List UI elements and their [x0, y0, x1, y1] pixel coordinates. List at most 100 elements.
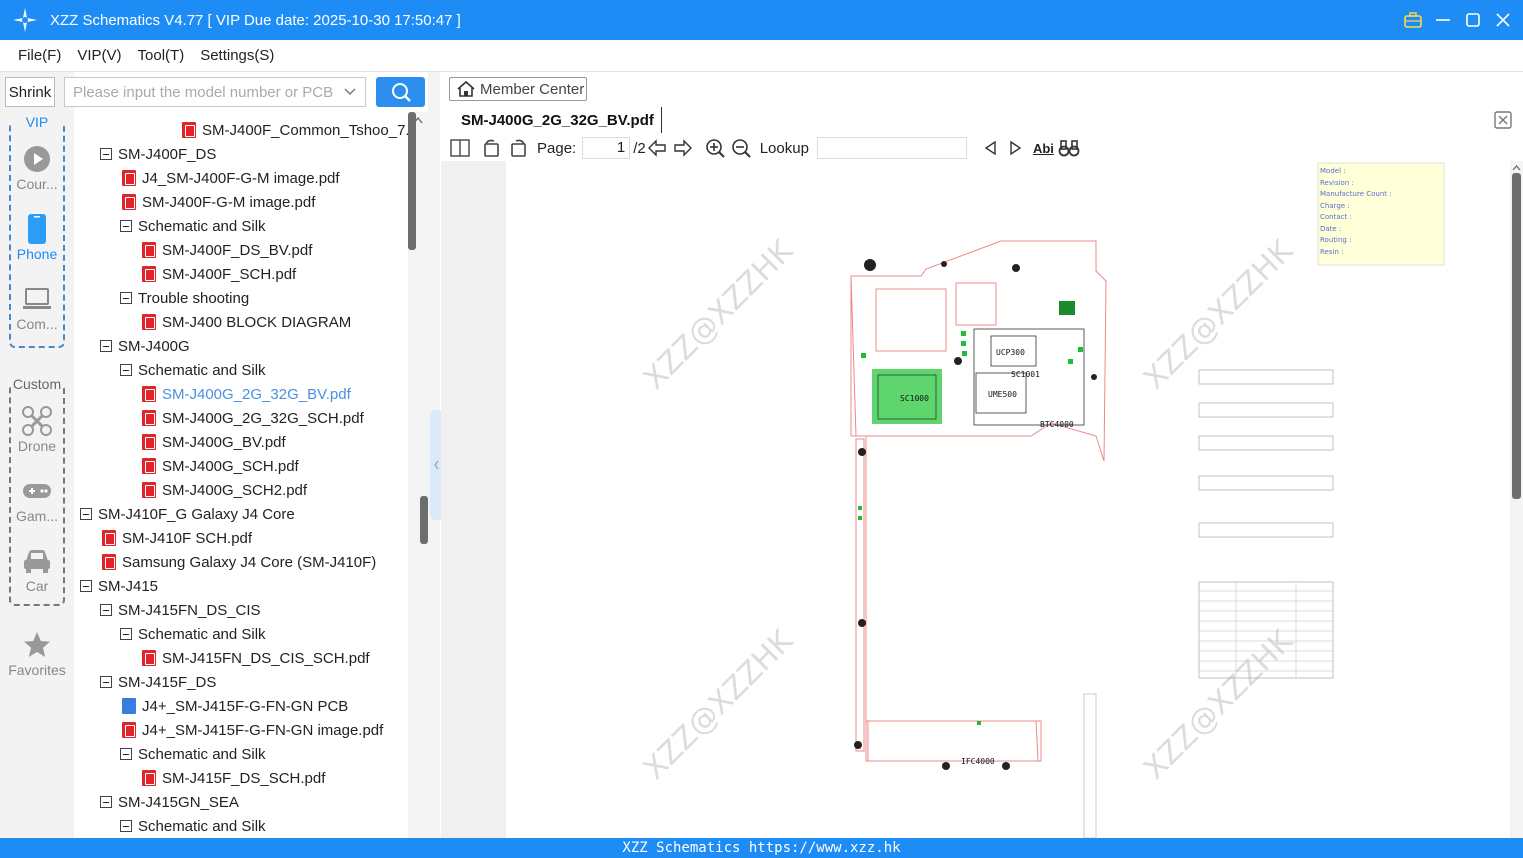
tree-folder[interactable]: SM-J400F_DS	[100, 142, 216, 166]
pdf-scroll-thumb[interactable]	[1512, 173, 1521, 499]
menu-settings[interactable]: Settings(S)	[192, 47, 282, 64]
tree-scroll-thumb[interactable]	[420, 496, 428, 544]
pdf-file-icon	[142, 650, 156, 666]
sidebar-toggle-icon[interactable]	[449, 137, 471, 159]
collapse-toggle-icon[interactable]	[100, 604, 112, 616]
nav-courses-label: Cour...	[16, 176, 58, 192]
tree-file[interactable]: SM-J400F-G-M image.pdf	[122, 190, 315, 214]
close-icon[interactable]	[1493, 10, 1513, 30]
member-center-button[interactable]: Member Center	[449, 77, 587, 101]
nav-drone[interactable]: Drone	[11, 404, 63, 454]
tree-file[interactable]: Samsung Galaxy J4 Core (SM-J410F)	[102, 550, 376, 574]
pdf-scroll-up-icon[interactable]	[1510, 163, 1523, 173]
tree-file[interactable]: SM-J415F_DS_SCH.pdf	[142, 766, 325, 790]
info-revision: Revision :	[1320, 179, 1354, 187]
tree-file[interactable]: SM-J400F_SCH.pdf	[142, 262, 296, 286]
page-number-input[interactable]: 1	[582, 137, 631, 159]
tree-file[interactable]: SM-J400 BLOCK DIAGRAM	[142, 310, 351, 334]
tree-file[interactable]: SM-J400G_SCH2.pdf	[142, 478, 307, 502]
tree-file[interactable]: J4+_SM-J415F-G-FN-GN image.pdf	[122, 718, 383, 742]
shrink-button[interactable]: Shrink	[5, 77, 55, 107]
zoom-in-icon[interactable]	[704, 137, 726, 159]
tree-folder[interactable]: Schematic and Silk	[120, 814, 266, 838]
collapse-toggle-icon[interactable]	[120, 820, 132, 832]
collapse-toggle-icon[interactable]	[100, 340, 112, 352]
rotate-right-icon[interactable]	[507, 137, 529, 159]
tree-file[interactable]: J4_SM-J400F-G-M image.pdf	[122, 166, 340, 190]
collapse-toggle-icon[interactable]	[120, 220, 132, 232]
nav-phone[interactable]: Phone	[11, 212, 63, 262]
tree-folder[interactable]: SM-J415FN_DS_CIS	[100, 598, 261, 622]
watermark-3: XZZ@XZZHK	[637, 623, 801, 787]
collapse-toggle-icon[interactable]	[120, 748, 132, 760]
menu-file[interactable]: File(F)	[10, 47, 69, 64]
nav-car[interactable]: Car	[11, 544, 63, 594]
search-button[interactable]	[376, 77, 425, 107]
match-case-button[interactable]: Abi	[1033, 141, 1054, 156]
collapse-toggle-icon[interactable]	[100, 148, 112, 160]
tree-folder[interactable]: SM-J400G	[100, 334, 190, 358]
collapse-toggle-icon[interactable]	[120, 292, 132, 304]
pcb-file-icon	[122, 698, 136, 714]
nav-game[interactable]: Gam...	[11, 474, 63, 524]
tree-file[interactable]: SM-J410F SCH.pdf	[102, 526, 252, 550]
next-page-icon[interactable]	[672, 137, 694, 159]
nav-car-label: Car	[25, 578, 49, 594]
collapse-toggle-icon[interactable]	[100, 796, 112, 808]
tree-folder[interactable]: SM-J415GN_SEA	[100, 790, 239, 814]
info-resin: Resin :	[1320, 248, 1343, 256]
status-bar: XZZ Schematics https://www.xzz.hk	[0, 838, 1523, 858]
collapse-toggle-icon[interactable]	[100, 676, 112, 688]
collapse-toggle-icon[interactable]	[80, 508, 92, 520]
tree-item-label: SM-J415F_DS	[118, 673, 217, 691]
menu-vip[interactable]: VIP(V)	[69, 47, 129, 64]
tree-item-label: SM-J400G_2G_32G_SCH.pdf	[162, 409, 364, 427]
find-next-icon[interactable]	[1005, 137, 1027, 159]
tree-file[interactable]: J4+_SM-J415F-G-FN-GN PCB	[122, 694, 348, 718]
tree-folder[interactable]: Schematic and Silk	[120, 622, 266, 646]
tree-folder[interactable]: Schematic and Silk	[120, 742, 266, 766]
tab-document[interactable]: SM-J400G_2G_32G_BV.pdf	[449, 107, 662, 133]
lookup-input[interactable]	[816, 137, 967, 159]
tree-folder[interactable]: Schematic and Silk	[120, 214, 266, 238]
tree-folder[interactable]: Schematic and Silk	[120, 358, 266, 382]
rotate-left-icon[interactable]	[481, 137, 503, 159]
tree-folder[interactable]: SM-J410F_G Galaxy J4 Core	[80, 502, 295, 526]
tree-file[interactable]: SM-J400G_2G_32G_BV.pdf	[142, 382, 351, 406]
zoom-out-icon[interactable]	[730, 137, 752, 159]
collapse-toggle-icon[interactable]	[120, 364, 132, 376]
find-prev-icon[interactable]	[979, 137, 1001, 159]
chevron-down-icon[interactable]	[343, 84, 357, 98]
pdf-page[interactable]: XZZ@XZZHK XZZ@XZZHK XZZ@XZZHK XZZ@XZZHK …	[506, 161, 1510, 838]
maximize-icon[interactable]	[1463, 10, 1483, 30]
label-sc1000: SC1000	[900, 394, 929, 403]
tree-scrollbar[interactable]	[408, 112, 428, 838]
nav-favorites[interactable]: Favorites	[0, 628, 74, 678]
briefcase-icon[interactable]	[1403, 10, 1423, 30]
menu-tool[interactable]: Tool(T)	[130, 47, 193, 64]
tree-folder[interactable]: Trouble shooting	[120, 286, 249, 310]
label-ifc4000: IFC4000	[961, 757, 995, 766]
close-tab-icon[interactable]	[1493, 110, 1513, 130]
search-input[interactable]: Please input the model number or PCB	[64, 77, 366, 107]
tree-item-label: SM-J410F SCH.pdf	[122, 529, 253, 547]
tree-file[interactable]: SM-J400F_DS_BV.pdf	[142, 238, 312, 262]
tree-file[interactable]: SM-J415FN_DS_CIS_SCH.pdf	[142, 646, 370, 670]
tree-file[interactable]: SM-J400G_2G_32G_SCH.pdf	[142, 406, 364, 430]
pdf-scrollbar[interactable]	[1510, 161, 1523, 838]
minimize-icon[interactable]	[1433, 10, 1453, 30]
member-center-label: Member Center	[480, 80, 585, 98]
prev-page-icon[interactable]	[646, 137, 668, 159]
nav-courses[interactable]: Cour...	[11, 142, 63, 192]
tree-file[interactable]: SM-J400G_BV.pdf	[142, 430, 286, 454]
collapse-toggle-icon[interactable]	[80, 580, 92, 592]
tree-file[interactable]: SM-J400F_Common_Tshoo_7.pdf	[182, 118, 408, 142]
tree-folder[interactable]: SM-J415	[80, 574, 158, 598]
tree-scroll-thumb-upper[interactable]	[408, 112, 416, 250]
binoculars-icon[interactable]	[1058, 137, 1080, 159]
nav-computer[interactable]: Com...	[11, 282, 63, 332]
collapse-toggle-icon[interactable]	[120, 628, 132, 640]
tree-folder[interactable]: SM-J415F_DS	[100, 670, 216, 694]
tree-item-label: J4+_SM-J415F-G-FN-GN PCB	[142, 697, 349, 715]
tree-file[interactable]: SM-J400G_SCH.pdf	[142, 454, 299, 478]
